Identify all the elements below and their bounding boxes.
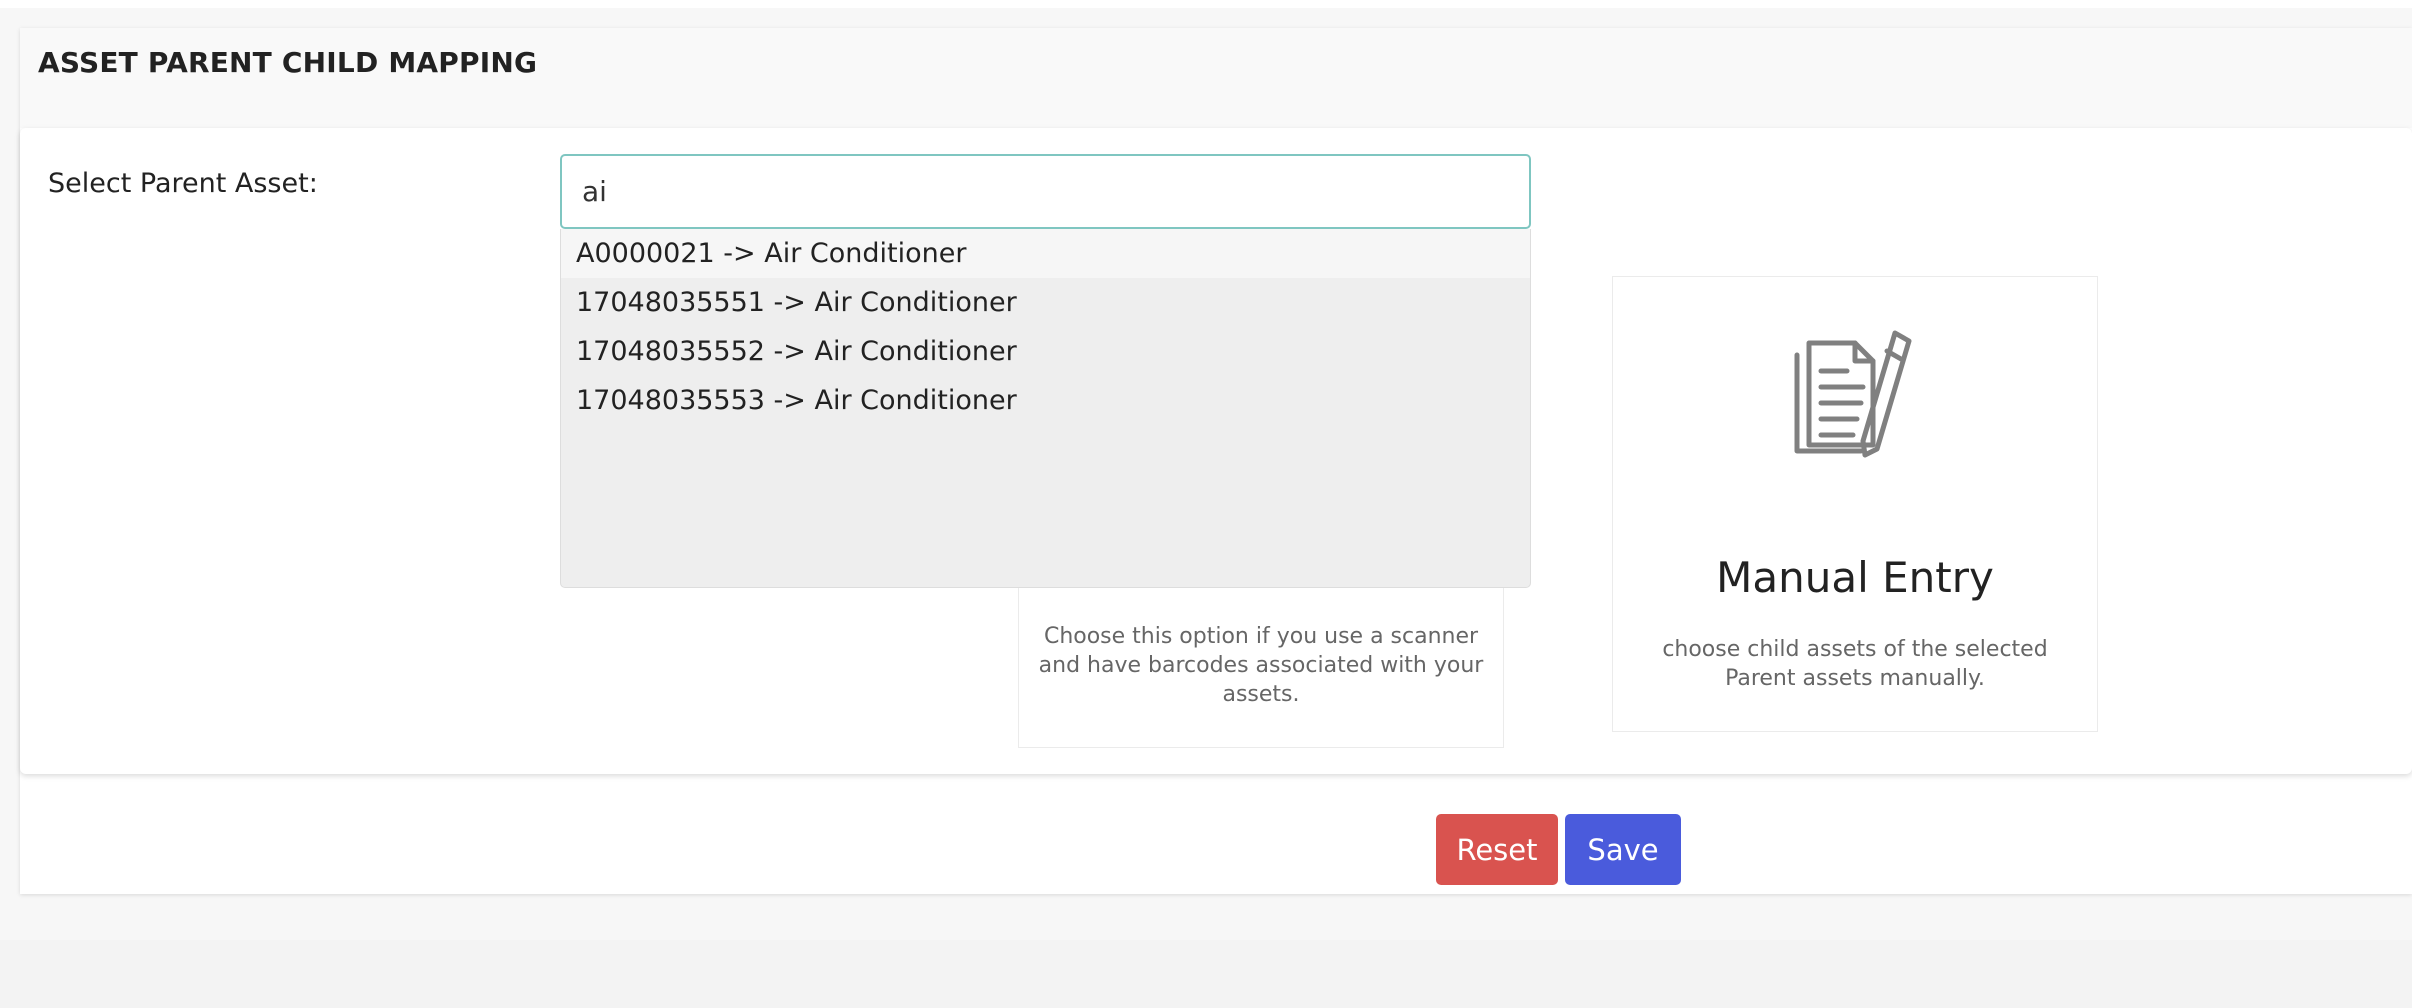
dropdown-item[interactable]: 17048035551 -> Air Conditioner (561, 278, 1530, 327)
page-footer-area (0, 940, 2412, 1008)
parent-asset-search-input[interactable] (560, 154, 1531, 229)
document-edit-icon (1783, 321, 1923, 461)
autocomplete-dropdown: A0000021 -> Air Conditioner 17048035551 … (560, 229, 1531, 588)
manual-entry-option-card[interactable]: Manual Entry choose child assets of the … (1612, 276, 2098, 732)
dropdown-item[interactable]: A0000021 -> Air Conditioner (561, 229, 1530, 278)
dropdown-item[interactable]: 17048035553 -> Air Conditioner (561, 376, 1530, 425)
page-title: ASSET PARENT CHILD MAPPING (38, 46, 538, 79)
reset-button[interactable]: Reset (1436, 814, 1558, 885)
dropdown-item[interactable]: 17048035552 -> Air Conditioner (561, 327, 1530, 376)
parent-asset-label: Select Parent Asset: (48, 168, 318, 199)
manual-entry-title: Manual Entry (1716, 553, 1994, 602)
scanner-option-card[interactable]: Choose this option if you use a scanner … (1018, 588, 1504, 748)
scanner-option-description: Choose this option if you use a scanner … (1038, 624, 1484, 707)
top-strip (0, 0, 2412, 8)
save-button[interactable]: Save (1565, 814, 1681, 885)
manual-entry-description: choose child assets of the selected Pare… (1662, 637, 2048, 691)
